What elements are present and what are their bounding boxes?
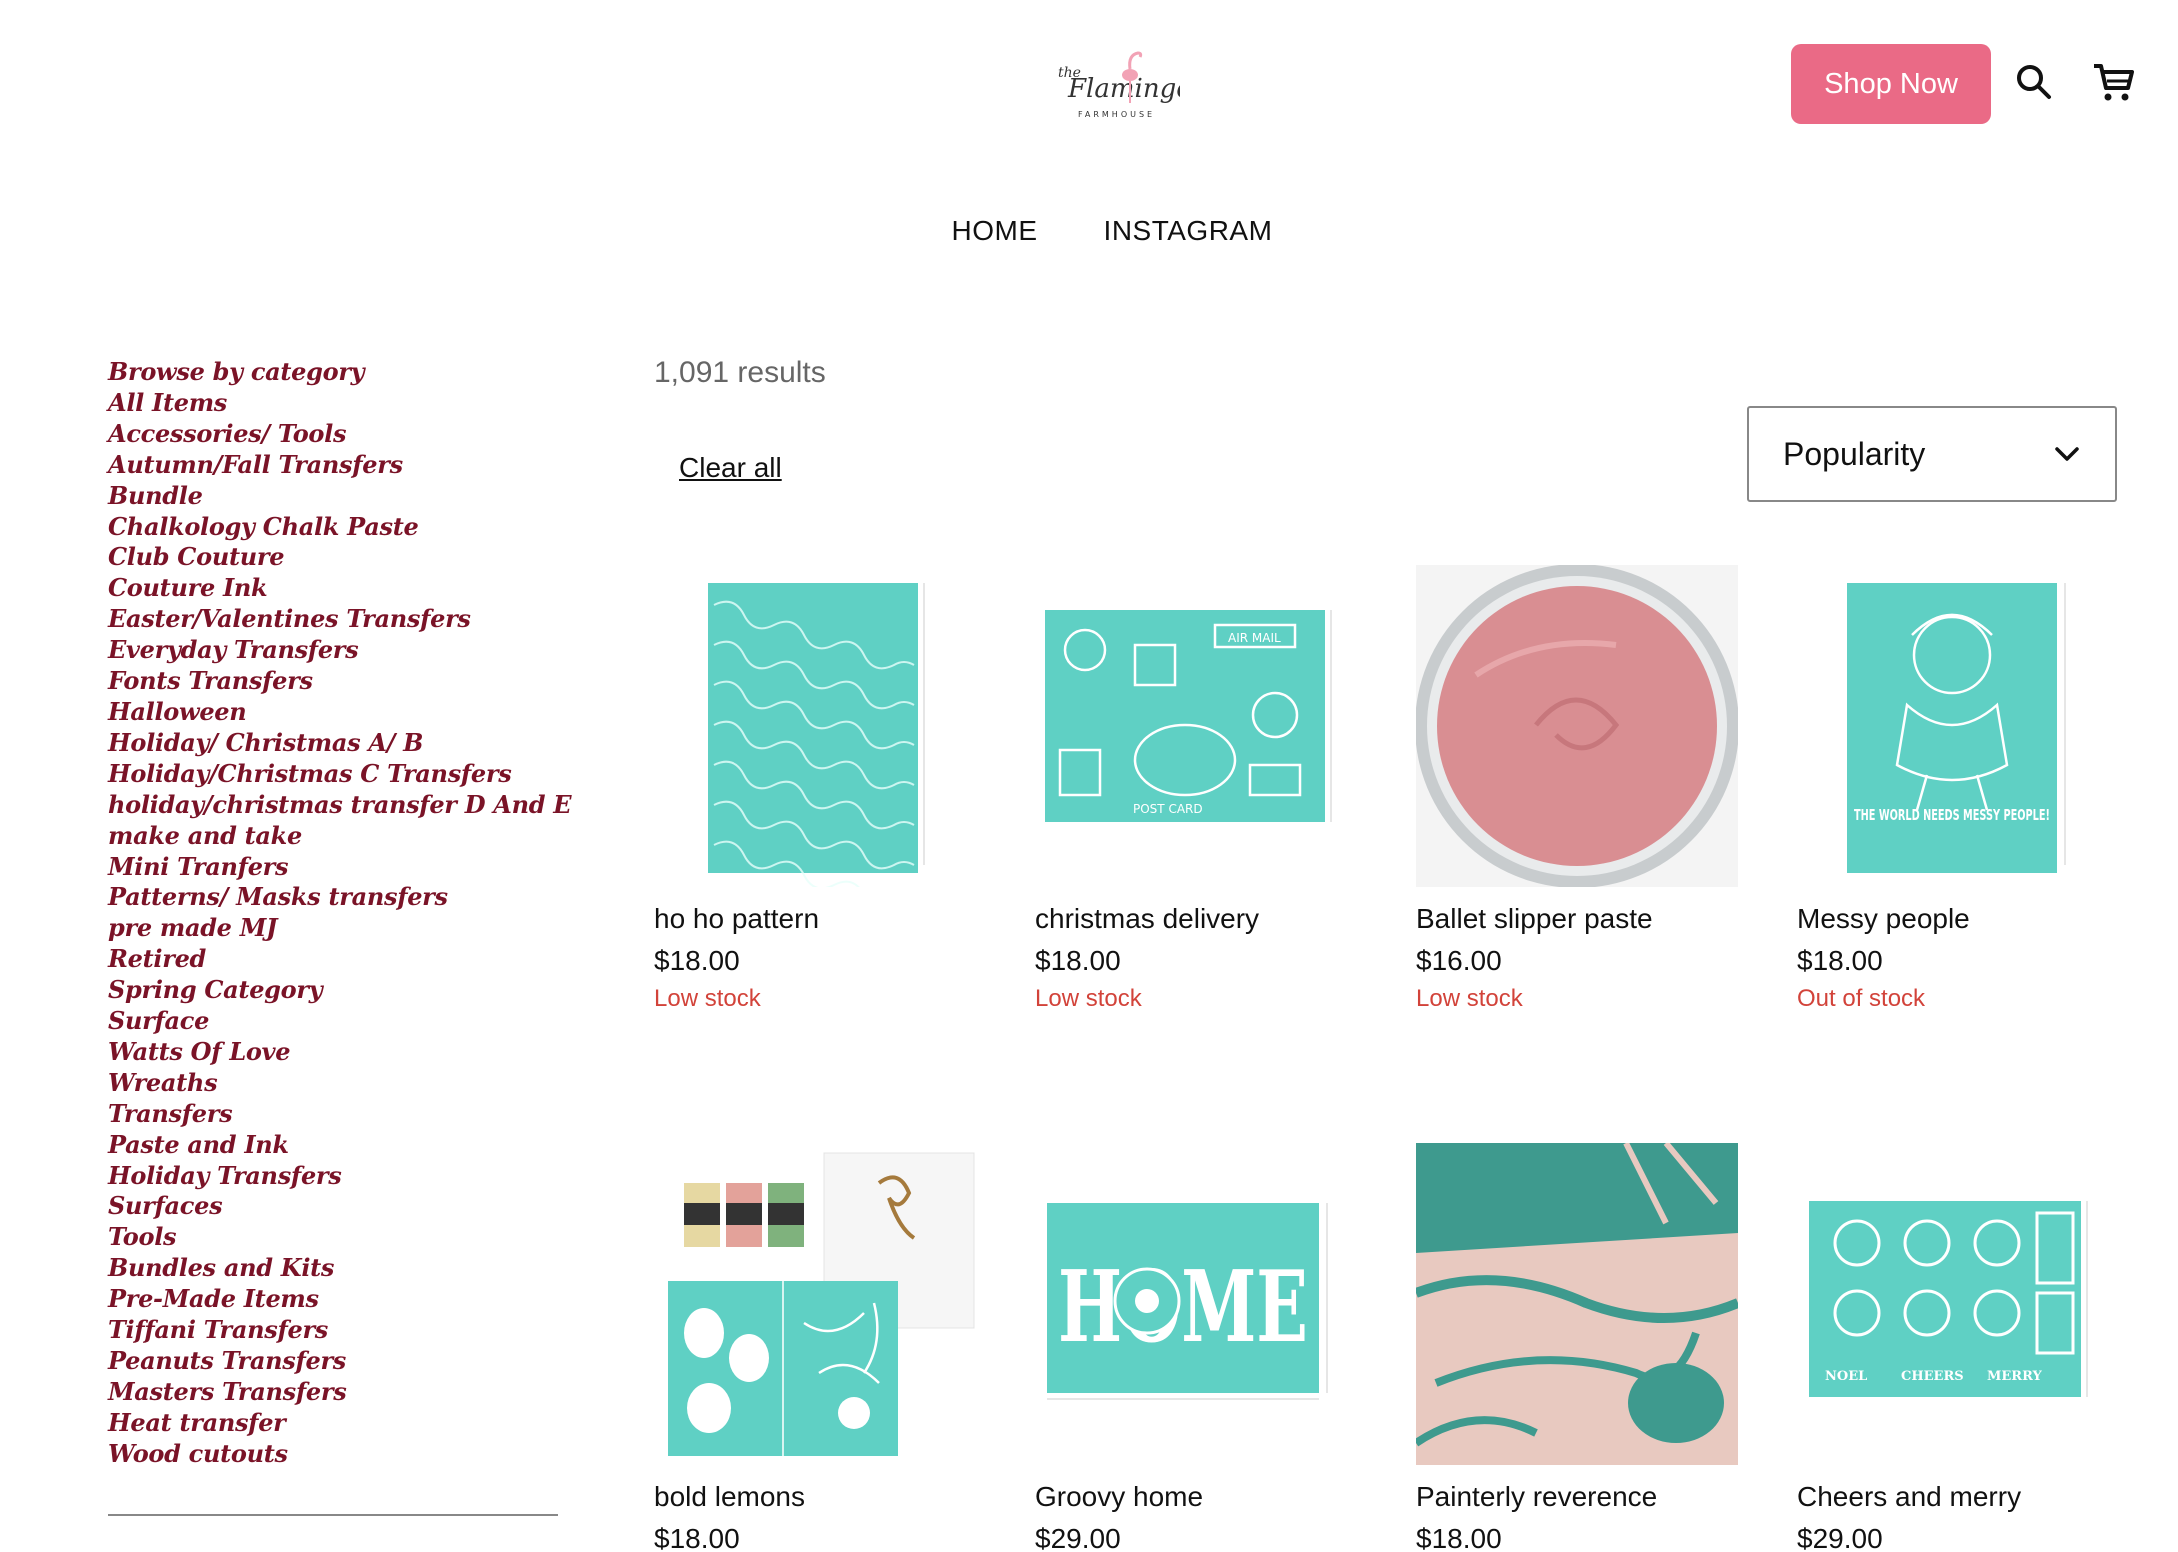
product-card[interactable]: bold lemons $18.00 <box>654 1143 976 1552</box>
product-card[interactable]: Ballet slipper paste $16.00 Low stock <box>1416 565 1738 1013</box>
sidebar-category-item[interactable]: Holiday Transfers <box>108 1161 558 1192</box>
results-count: 1,091 results <box>654 356 826 389</box>
sort-select[interactable]: Popularity <box>1747 406 2117 502</box>
stock-status: Low stock <box>1416 985 1523 1012</box>
image-text-airmail: AIR MAIL <box>1228 631 1281 645</box>
sidebar-category-item[interactable]: Fonts Transfers <box>108 666 558 697</box>
chevron-down-icon <box>2055 447 2079 461</box>
sidebar-category-item[interactable]: All Items <box>108 388 558 419</box>
product-card[interactable]: HOME Groovy home $29.00 <box>1035 1143 1357 1552</box>
svg-text:Flamingo: Flamingo <box>1067 74 1180 104</box>
product-price: $18.00 <box>1797 945 1883 976</box>
main-nav: HOME INSTAGRAM <box>0 215 2178 247</box>
sidebar-category-item[interactable]: Watts Of Love <box>108 1037 558 1068</box>
product-image-groovy-home[interactable]: HOME <box>1035 1143 1357 1465</box>
product-price: $18.00 <box>1416 1523 1502 1552</box>
product-card[interactable]: ho ho pattern $18.00 Low stock <box>654 565 976 1013</box>
sidebar-category-item[interactable]: Mini Tranfers <box>108 852 558 883</box>
product-name[interactable]: Messy people <box>1797 903 2119 935</box>
product-image-bold-lemons[interactable] <box>654 1143 976 1465</box>
sidebar-category-item[interactable]: Wood cutouts <box>108 1439 558 1470</box>
product-name[interactable]: Groovy home <box>1035 1481 1357 1513</box>
sidebar-category-item[interactable]: Bundles and Kits <box>108 1253 558 1284</box>
product-card[interactable]: NOEL CHEERS MERRY Cheers and merry $29.0… <box>1797 1143 2119 1552</box>
product-image-ho-ho-pattern[interactable] <box>654 565 976 887</box>
image-text-messy: THE WORLD NEEDS MESSY PEOPLE! <box>1854 806 2050 824</box>
nav-home[interactable]: HOME <box>952 215 1038 247</box>
product-card[interactable]: Painterly reverence $18.00 <box>1416 1143 1738 1552</box>
sidebar-category-item[interactable]: Wreaths <box>108 1068 558 1099</box>
sidebar-category-item[interactable]: Tools <box>108 1222 558 1253</box>
image-text-home: HOME <box>1058 1250 1308 1365</box>
sidebar-category-item[interactable]: Chalkology Chalk Paste <box>108 512 558 543</box>
sidebar-category-item[interactable]: Tiffani Transfers <box>108 1315 558 1346</box>
image-text-noel: NOEL <box>1825 1369 1867 1384</box>
cart-icon[interactable] <box>2092 60 2136 104</box>
product-price: $18.00 <box>654 1523 740 1552</box>
sidebar-category-item[interactable]: Halloween <box>108 697 558 728</box>
shop-now-button[interactable]: Shop Now <box>1791 44 1991 124</box>
product-price: $18.00 <box>1035 945 1121 976</box>
sidebar-category-item[interactable]: Bundle <box>108 481 558 512</box>
image-text-postcard: POST CARD <box>1133 802 1203 816</box>
product-name[interactable]: ho ho pattern <box>654 903 976 935</box>
sidebar-category-item[interactable]: make and take <box>108 821 558 852</box>
product-card[interactable]: AIR MAIL POST CARD christmas delivery $1… <box>1035 565 1357 1013</box>
product-image-messy-people[interactable]: THE WORLD NEEDS MESSY PEOPLE! <box>1797 565 2119 887</box>
sidebar-category-item[interactable]: Surfaces <box>108 1191 558 1222</box>
stock-status: Out of stock <box>1797 985 1926 1012</box>
product-price: $16.00 <box>1416 945 1502 976</box>
sidebar-category-item[interactable]: Everyday Transfers <box>108 635 558 666</box>
sidebar-category-item[interactable]: pre made MJ <box>108 913 558 944</box>
svg-text:FARMHOUSE: FARMHOUSE <box>1078 110 1155 119</box>
sidebar-category-item[interactable]: holiday/christmas transfer D And E <box>108 790 572 821</box>
sidebar-category-item[interactable]: Paste and Ink <box>108 1130 558 1161</box>
product-name[interactable]: Painterly reverence <box>1416 1481 1738 1513</box>
sidebar-category-item[interactable]: Retired <box>108 944 558 975</box>
sidebar-category-item[interactable]: Accessories/ Tools <box>108 419 558 450</box>
product-name[interactable]: christmas delivery <box>1035 903 1357 935</box>
product-price: $29.00 <box>1797 1523 1883 1552</box>
clear-all-link[interactable]: Clear all <box>679 452 782 484</box>
product-price: $29.00 <box>1035 1523 1121 1552</box>
sidebar-category-item[interactable]: Couture Ink <box>108 573 558 604</box>
product-image-painterly-reverence[interactable] <box>1416 1143 1738 1465</box>
product-name[interactable]: Cheers and merry <box>1797 1481 2119 1513</box>
stock-status: Low stock <box>1035 985 1142 1012</box>
sidebar-category-item[interactable]: Peanuts Transfers <box>108 1346 558 1377</box>
sidebar-category-item[interactable]: Club Couture <box>108 542 558 573</box>
sidebar-category-item[interactable]: Holiday/Christmas C Transfers <box>108 759 558 790</box>
sidebar-category-item[interactable]: Holiday/ Christmas A/ B <box>108 728 558 759</box>
search-icon[interactable] <box>2014 62 2054 102</box>
sidebar-category-item[interactable]: Easter/Valentines Transfers <box>108 604 558 635</box>
product-image-ballet-slipper-paste[interactable] <box>1416 565 1738 887</box>
product-image-christmas-delivery[interactable]: AIR MAIL POST CARD <box>1035 565 1357 887</box>
sidebar-divider <box>108 1514 558 1516</box>
nav-instagram[interactable]: INSTAGRAM <box>1104 215 1273 247</box>
sidebar-category-item[interactable]: Heat transfer <box>108 1408 558 1439</box>
product-card[interactable]: THE WORLD NEEDS MESSY PEOPLE! Messy peop… <box>1797 565 2119 1013</box>
sort-value: Popularity <box>1783 435 1926 472</box>
sidebar-category-item[interactable]: Surface <box>108 1006 558 1037</box>
category-sidebar: Browse by category All Items Accessories/… <box>108 357 572 1470</box>
sidebar-title: Browse by category <box>108 357 365 386</box>
sidebar-category-item[interactable]: Masters Transfers <box>108 1377 558 1408</box>
stock-status: Low stock <box>654 985 761 1012</box>
flamingo-farmhouse-logo[interactable]: the Flamingo FARMHOUSE <box>1050 45 1192 130</box>
image-text-merry: MERRY <box>1987 1369 2043 1384</box>
product-image-cheers-and-merry[interactable]: NOEL CHEERS MERRY <box>1797 1143 2119 1465</box>
product-price: $18.00 <box>654 945 740 976</box>
sidebar-category-item[interactable]: Pre-Made Items <box>108 1284 558 1315</box>
image-text-cheers: CHEERS <box>1901 1369 1964 1384</box>
sidebar-category-item[interactable]: Spring Category <box>108 975 558 1006</box>
product-name[interactable]: bold lemons <box>654 1481 976 1513</box>
product-name[interactable]: Ballet slipper paste <box>1416 903 1738 935</box>
sidebar-category-item[interactable]: Autumn/Fall Transfers <box>108 450 558 481</box>
sidebar-category-item[interactable]: Patterns/ Masks transfers <box>108 882 558 913</box>
sidebar-category-item[interactable]: Transfers <box>108 1099 558 1130</box>
